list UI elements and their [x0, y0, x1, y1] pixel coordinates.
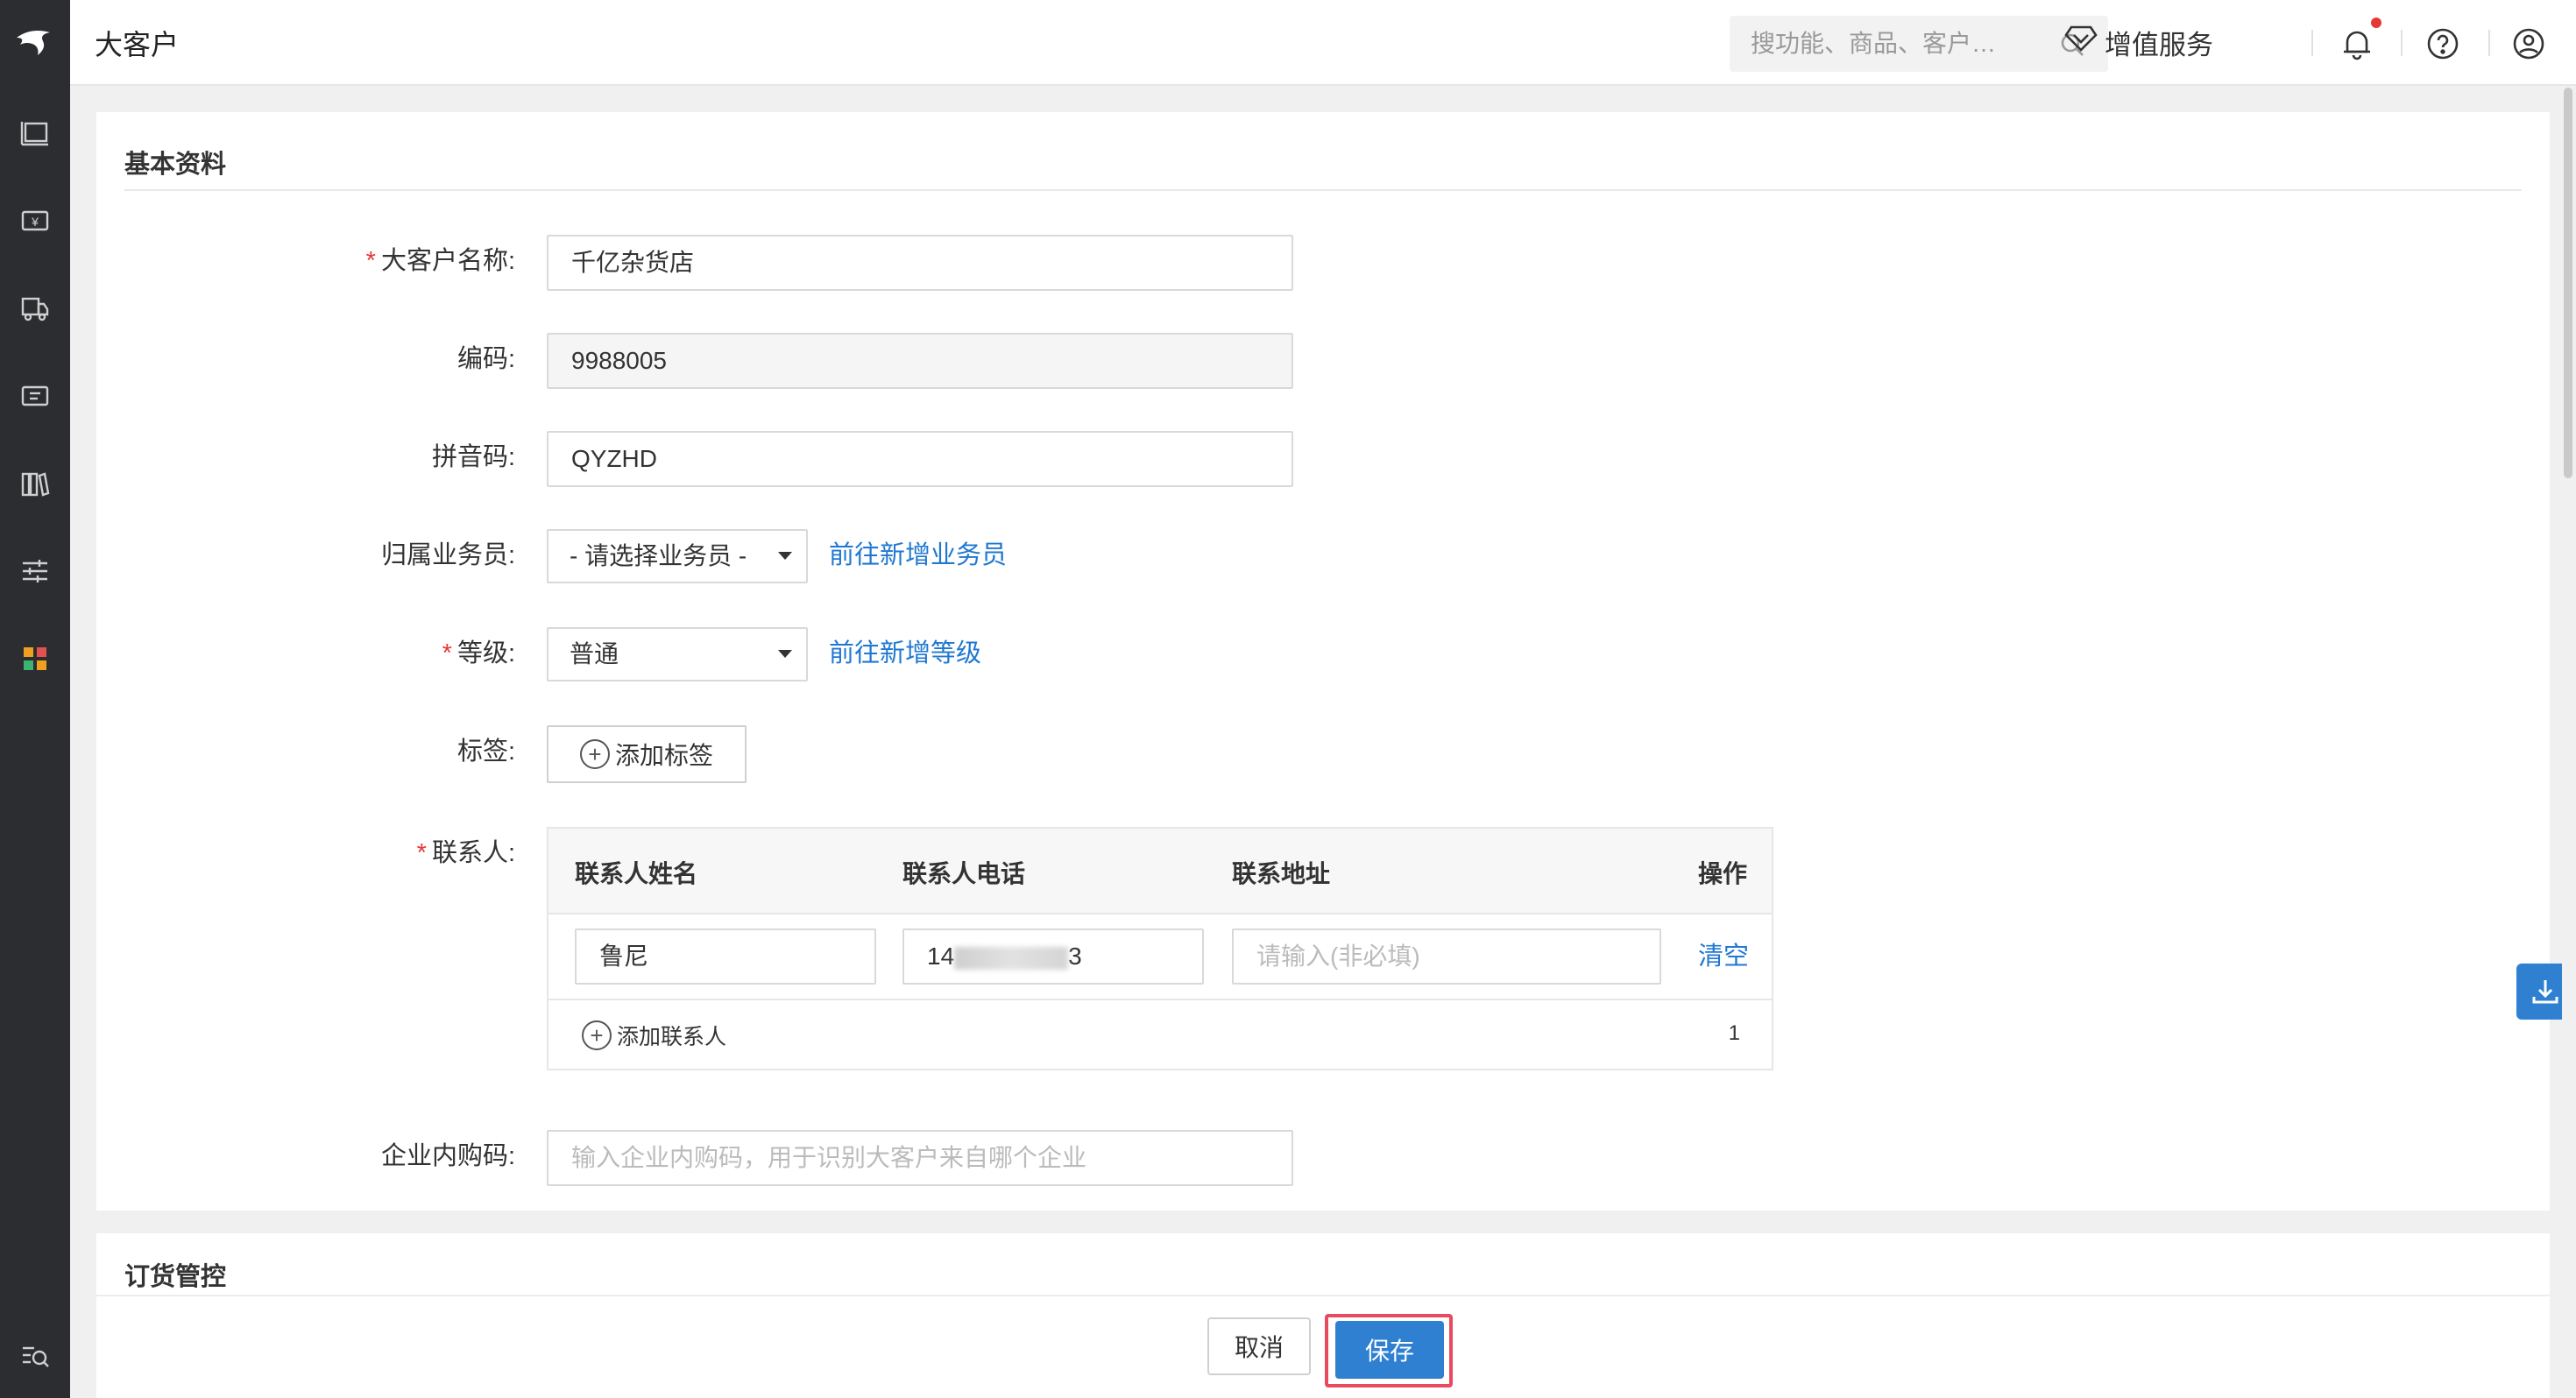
contacts-table: 联系人姓名 联系人电话 联系地址 操作 鲁尼 143 请输入(非必填) 清空 +…: [547, 827, 1773, 1070]
sliders-icon[interactable]: [0, 545, 70, 597]
contact-name-input[interactable]: 鲁尼: [575, 928, 876, 985]
topbar: 大客户 增值服务: [70, 0, 2576, 86]
column-header: 联系地址: [1232, 855, 1330, 890]
column-header: 操作: [1698, 855, 1747, 890]
logo-icon[interactable]: [0, 0, 70, 86]
basic-info-panel: 基本资料 *大客户名称: 千亿杂货店 编码: 9988005 拼音码: QYZH…: [96, 112, 2550, 1211]
user-icon[interactable]: [2511, 26, 2546, 66]
plus-circle-icon: +: [582, 1020, 612, 1050]
customer-name-input[interactable]: 千亿杂货店: [547, 235, 1293, 291]
salesman-select[interactable]: - 请选择业务员 -: [547, 529, 808, 583]
search-list-icon[interactable]: [0, 1330, 70, 1382]
clear-row-link[interactable]: 清空: [1698, 939, 1749, 974]
divider: [2401, 30, 2403, 56]
code-label: 编码:: [193, 342, 515, 377]
contacts-table-footer: + 添加联系人 1: [548, 1000, 1772, 1070]
tag-label: 标签:: [193, 734, 515, 769]
section-title-basic: 基本资料: [124, 144, 226, 180]
bell-icon[interactable]: [2339, 26, 2374, 66]
cancel-button[interactable]: 取消: [1207, 1317, 1311, 1375]
value-added-services-label: 增值服务: [2105, 23, 2213, 62]
add-contact-label: 添加联系人: [617, 1020, 726, 1051]
diamond-icon: [2064, 25, 2098, 60]
ticket-icon[interactable]: [0, 370, 70, 422]
global-search[interactable]: [1730, 16, 2108, 72]
plus-circle-icon: +: [580, 739, 610, 769]
column-header: 联系人电话: [902, 855, 1025, 890]
add-salesman-link[interactable]: 前往新增业务员: [829, 538, 1007, 573]
pinyin-input[interactable]: QYZHD: [547, 431, 1293, 487]
help-icon[interactable]: [2425, 26, 2460, 66]
column-header: 联系人姓名: [575, 855, 697, 890]
table-row: 鲁尼 143 请输入(非必填) 清空: [548, 914, 1772, 1000]
books-icon[interactable]: [0, 457, 70, 510]
contacts-table-header: 联系人姓名 联系人电话 联系地址 操作: [548, 829, 1772, 914]
apps-icon[interactable]: [0, 632, 70, 685]
board-icon[interactable]: [0, 107, 70, 159]
add-level-link[interactable]: 前往新增等级: [829, 636, 981, 671]
divider: [2488, 30, 2490, 56]
value-added-services-button[interactable]: 增值服务: [2064, 21, 2213, 63]
add-tag-button[interactable]: + 添加标签: [547, 725, 747, 783]
enterprise-code-input[interactable]: 输入企业内购码，用于识别大客户来自哪个企业: [547, 1130, 1293, 1186]
name-label: *大客户名称:: [193, 244, 515, 279]
contacts-count: 1: [1729, 1021, 1740, 1046]
contact-phone-input[interactable]: 143: [902, 928, 1204, 985]
footer-action-bar: 取消 保存: [96, 1295, 2550, 1398]
level-select[interactable]: 普通: [547, 627, 808, 681]
cash-icon[interactable]: ¥: [0, 194, 70, 247]
salesman-select-value: - 请选择业务员 -: [570, 542, 747, 569]
search-input[interactable]: [1751, 28, 2049, 60]
download-icon: [2530, 976, 2561, 1007]
truck-icon[interactable]: [0, 282, 70, 335]
contact-address-input[interactable]: 请输入(非必填): [1232, 928, 1661, 985]
scrollbar-thumb[interactable]: [2564, 88, 2572, 478]
contact-label: *联系人:: [193, 836, 515, 871]
sidebar: ¥: [0, 0, 70, 1398]
save-button[interactable]: 保存: [1335, 1321, 1444, 1379]
salesman-label: 归属业务员:: [193, 538, 515, 573]
notification-dot: [2371, 18, 2381, 28]
code-input[interactable]: 9988005: [547, 333, 1293, 389]
add-contact-button[interactable]: + 添加联系人: [582, 1020, 726, 1051]
svg-text:¥: ¥: [31, 215, 39, 229]
redacted-phone: [954, 947, 1068, 970]
add-tag-label: 添加标签: [615, 737, 713, 772]
level-select-value: 普通: [570, 640, 619, 667]
section-divider: [124, 189, 2522, 191]
page-title: 大客户: [95, 23, 179, 63]
level-label: *等级:: [193, 636, 515, 671]
divider: [2311, 30, 2313, 56]
enterprise-code-label: 企业内购码:: [193, 1139, 515, 1174]
chevron-down-icon: [778, 650, 792, 658]
section-title-order: 订货管控: [124, 1256, 226, 1293]
pinyin-label: 拼音码:: [193, 440, 515, 475]
chevron-down-icon: [778, 552, 792, 560]
